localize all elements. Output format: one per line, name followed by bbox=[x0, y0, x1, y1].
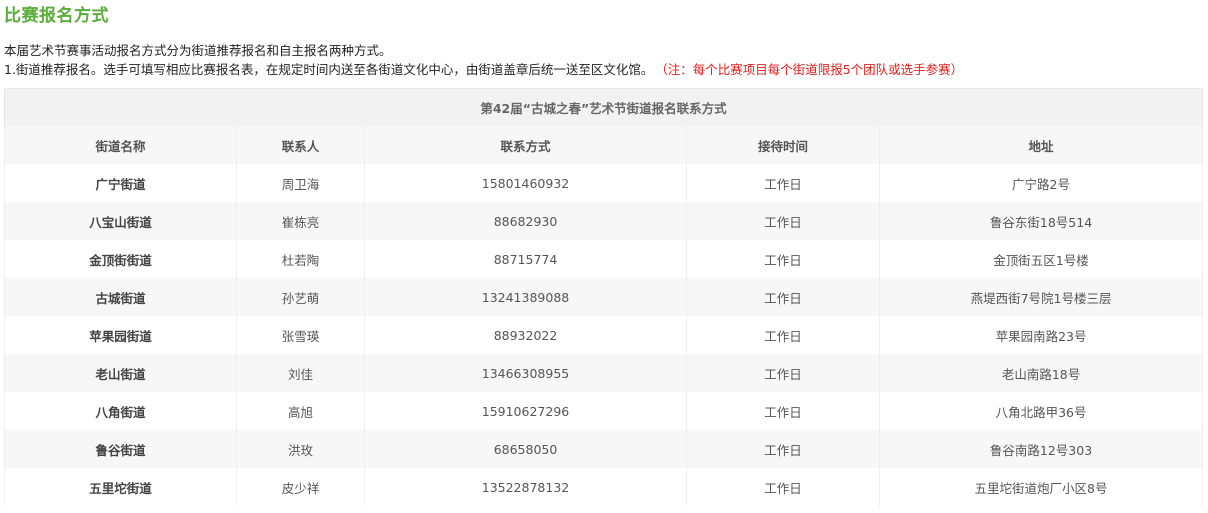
cell-hours: 工作日 bbox=[686, 316, 880, 354]
cell-phone: 13466308955 bbox=[364, 354, 687, 392]
cell-hours: 工作日 bbox=[686, 392, 880, 430]
table-caption: 第42届“古城之春”艺术节街道报名联系方式 bbox=[3, 88, 1204, 126]
section-title: 比赛报名方式 bbox=[4, 6, 109, 26]
cell-address: 金顶街五区1号楼 bbox=[878, 240, 1204, 278]
cell-address: 鲁谷东街18号514 bbox=[878, 202, 1204, 240]
cell-address: 燕堤西街7号院1号楼三层 bbox=[878, 278, 1204, 316]
cell-contact: 高旭 bbox=[236, 392, 365, 430]
header-address: 地址 bbox=[878, 126, 1204, 164]
cell-address: 老山南路18号 bbox=[878, 354, 1204, 392]
header-contact: 联系人 bbox=[236, 126, 365, 164]
table-row: 八角街道 高旭 15910627296 工作日 八角北路甲36号 bbox=[4, 392, 1204, 430]
header-street: 街道名称 bbox=[4, 126, 237, 164]
table-row: 五里坨街道 皮少祥 13522878132 工作日 五里坨街道炮厂小区8号 bbox=[4, 468, 1204, 506]
registration-contact-table: 第42届“古城之春”艺术节街道报名联系方式 街道名称 联系人 联系方式 接待时间… bbox=[3, 88, 1204, 506]
cell-contact: 崔栋亮 bbox=[236, 202, 365, 240]
cell-street: 鲁谷街道 bbox=[4, 430, 237, 468]
cell-hours: 工作日 bbox=[686, 164, 880, 202]
cell-hours: 工作日 bbox=[686, 202, 880, 240]
cell-contact: 张雪瑛 bbox=[236, 316, 365, 354]
cell-contact: 孙艺萌 bbox=[236, 278, 365, 316]
page: 比赛报名方式 本届艺术节赛事活动报名方式分为街道推荐报名和自主报名两种方式。 1… bbox=[0, 0, 1208, 513]
table-row: 苹果园街道 张雪瑛 88932022 工作日 苹果园南路23号 bbox=[4, 316, 1204, 354]
cell-hours: 工作日 bbox=[686, 240, 880, 278]
cell-contact: 刘佳 bbox=[236, 354, 365, 392]
table-caption-row: 第42届“古城之春”艺术节街道报名联系方式 bbox=[3, 88, 1204, 126]
cell-street: 金顶街街道 bbox=[4, 240, 237, 278]
cell-hours: 工作日 bbox=[686, 430, 880, 468]
cell-street: 老山街道 bbox=[4, 354, 237, 392]
cell-phone: 88715774 bbox=[364, 240, 687, 278]
cell-contact: 洪玫 bbox=[236, 430, 365, 468]
cell-phone: 88682930 bbox=[364, 202, 687, 240]
table-row: 广宁街道 周卫海 15801460932 工作日 广宁路2号 bbox=[4, 164, 1204, 202]
cell-contact: 皮少祥 bbox=[236, 468, 365, 506]
cell-street: 五里坨街道 bbox=[4, 468, 237, 506]
header-phone: 联系方式 bbox=[364, 126, 687, 164]
cell-phone: 13522878132 bbox=[364, 468, 687, 506]
cell-street: 古城街道 bbox=[4, 278, 237, 316]
cell-address: 五里坨街道炮厂小区8号 bbox=[878, 468, 1204, 506]
cell-address: 苹果园南路23号 bbox=[878, 316, 1204, 354]
table-row: 八宝山街道 崔栋亮 88682930 工作日 鲁谷东街18号514 bbox=[4, 202, 1204, 240]
cell-phone: 15910627296 bbox=[364, 392, 687, 430]
cell-street: 苹果园街道 bbox=[4, 316, 237, 354]
intro-line-1: 本届艺术节赛事活动报名方式分为街道推荐报名和自主报名两种方式。 bbox=[4, 43, 392, 58]
intro-line-2-text: 1.街道推荐报名。选手可填写相应比赛报名表，在规定时间内送至各街道文化中心，由街… bbox=[4, 62, 654, 77]
cell-hours: 工作日 bbox=[686, 354, 880, 392]
table-row: 鲁谷街道 洪玫 68658050 工作日 鲁谷南路12号303 bbox=[4, 430, 1204, 468]
table-header-row: 街道名称 联系人 联系方式 接待时间 地址 bbox=[4, 126, 1204, 164]
cell-street: 八角街道 bbox=[4, 392, 237, 430]
table-body: 广宁街道 周卫海 15801460932 工作日 广宁路2号 八宝山街道 崔栋亮 886829… bbox=[4, 164, 1204, 506]
table-row: 金顶街街道 杜若陶 88715774 工作日 金顶街五区1号楼 bbox=[4, 240, 1204, 278]
cell-address: 鲁谷南路12号303 bbox=[878, 430, 1204, 468]
cell-address: 广宁路2号 bbox=[878, 164, 1204, 202]
cell-hours: 工作日 bbox=[686, 278, 880, 316]
intro-line-2: 1.街道推荐报名。选手可填写相应比赛报名表，在规定时间内送至各街道文化中心，由街… bbox=[4, 60, 963, 79]
cell-street: 广宁街道 bbox=[4, 164, 237, 202]
table-row: 古城街道 孙艺萌 13241389088 工作日 燕堤西街7号院1号楼三层 bbox=[4, 278, 1204, 316]
header-hours: 接待时间 bbox=[686, 126, 880, 164]
intro-note: （注：每个比赛项目每个街道限报5个团队或选手参赛） bbox=[661, 62, 964, 77]
cell-hours: 工作日 bbox=[686, 468, 880, 506]
cell-contact: 周卫海 bbox=[236, 164, 365, 202]
intro-text: 本届艺术节赛事活动报名方式分为街道推荐报名和自主报名两种方式。 1.街道推荐报名… bbox=[4, 41, 963, 79]
cell-phone: 88932022 bbox=[364, 316, 687, 354]
cell-phone: 68658050 bbox=[364, 430, 687, 468]
cell-phone: 13241389088 bbox=[364, 278, 687, 316]
cell-street: 八宝山街道 bbox=[4, 202, 237, 240]
cell-phone: 15801460932 bbox=[364, 164, 687, 202]
cell-address: 八角北路甲36号 bbox=[878, 392, 1204, 430]
cell-contact: 杜若陶 bbox=[236, 240, 365, 278]
table-row: 老山街道 刘佳 13466308955 工作日 老山南路18号 bbox=[4, 354, 1204, 392]
